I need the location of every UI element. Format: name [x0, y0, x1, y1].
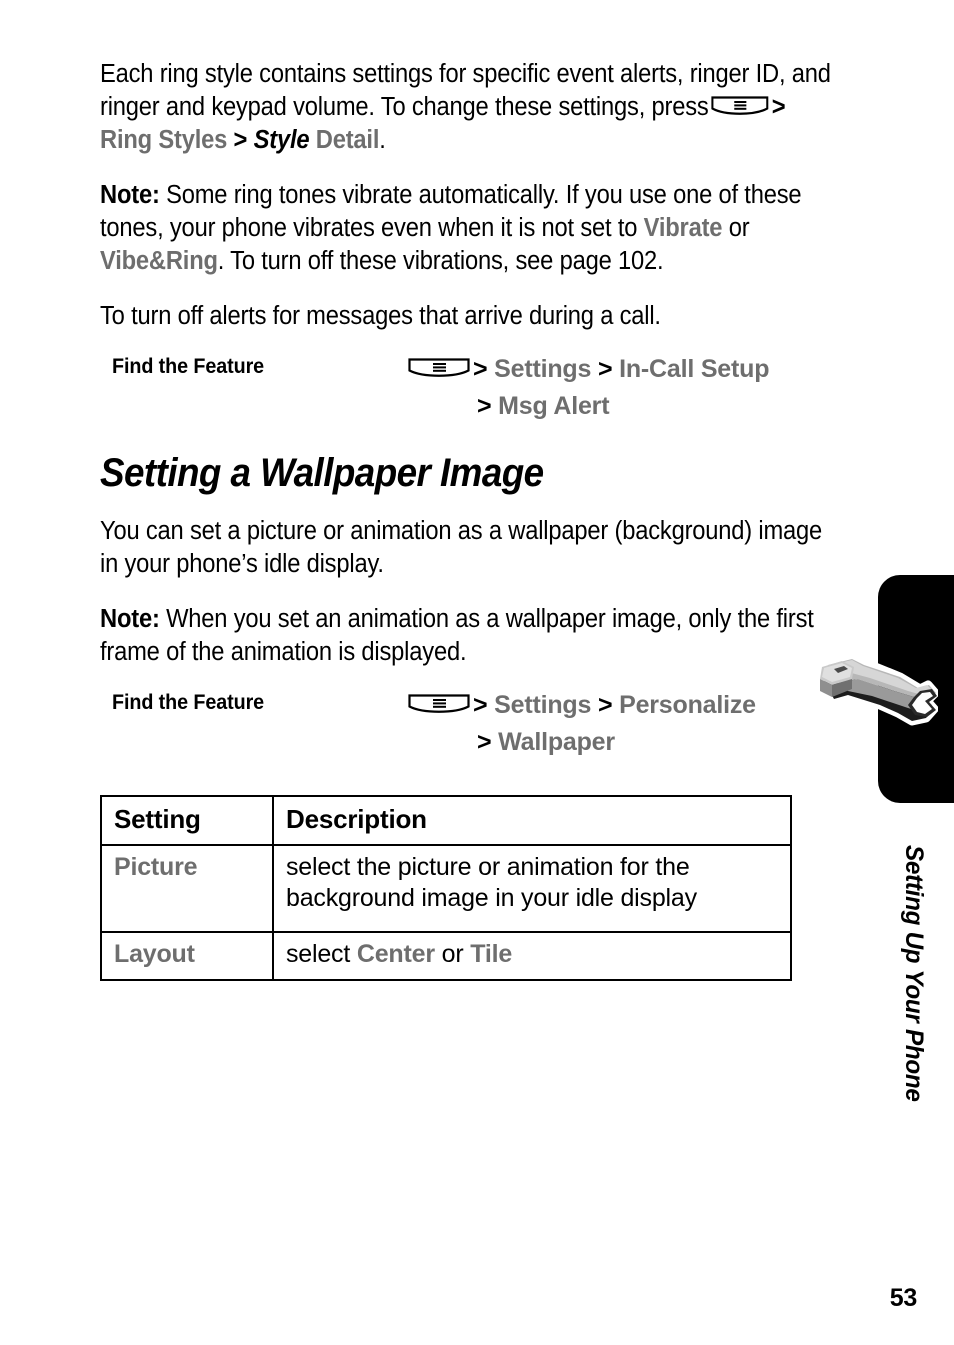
menu-item-ring-styles: Ring Styles: [100, 126, 228, 154]
path-chevron-2: >: [597, 355, 613, 383]
column-header-description: Description: [272, 795, 792, 846]
find-the-feature-block-wallpaper: Find the Feature > Settings > Personaliz…: [100, 691, 845, 769]
menu-item-detail: Detail: [315, 126, 380, 154]
description-prefix: select: [286, 940, 351, 968]
path-chevron-3: >: [477, 728, 492, 756]
settings-table: Setting Description Picture select the p…: [100, 795, 792, 981]
menu-item-style: Style: [253, 126, 310, 154]
setting-description-layout: select Center or Tile: [272, 931, 792, 981]
path-item-settings: Settings: [494, 691, 592, 719]
manual-page: Each ring style contains settings for sp…: [0, 0, 954, 1345]
column-header-setting: Setting: [100, 795, 274, 846]
find-the-feature-label: Find the Feature: [112, 691, 265, 714]
chapter-running-head: Setting Up Your Phone: [900, 845, 928, 1102]
path-row-2: > Wallpaper: [405, 724, 845, 761]
path-item-personalize: Personalize: [619, 691, 756, 719]
path-item-msg-alert: Msg Alert: [498, 392, 610, 420]
path-item-wallpaper: Wallpaper: [498, 728, 615, 756]
intro-chevron-1: >: [771, 93, 786, 121]
intro-paragraph: Each ring style contains settings for sp…: [100, 58, 841, 157]
intro-chevron-2: >: [233, 126, 248, 154]
page-content: Each ring style contains settings for sp…: [100, 58, 845, 981]
path-item-settings: Settings: [494, 355, 592, 383]
setting-description-picture: select the picture or animation for the …: [272, 844, 792, 933]
menu-item-vibe-and-ring: Vibe&Ring: [100, 247, 218, 275]
note-label: Note:: [100, 181, 160, 209]
intro-period: .: [379, 126, 386, 154]
note-text: When you set an animation as a wallpaper…: [100, 605, 814, 666]
lead-in-paragraph: To turn off alerts for messages that arr…: [100, 302, 661, 330]
table-header-row: Setting Description: [100, 795, 792, 846]
menu-softkey-icon: [408, 694, 470, 716]
find-the-feature-block-msg-alert: Find the Feature > Settings > In-Call Se…: [100, 355, 845, 433]
path-chevron-3: >: [477, 392, 492, 420]
find-the-feature-label: Find the Feature: [112, 355, 265, 378]
wallpaper-intro-paragraph: You can set a picture or animation as a …: [100, 517, 823, 578]
table-row: Layout select Center or Tile: [100, 931, 792, 981]
note-conjunction: or: [728, 214, 750, 242]
note-paragraph-animation: Note: When you set an animation as a wal…: [100, 603, 841, 669]
menu-item-vibrate: Vibrate: [643, 214, 723, 242]
page-number: 53: [889, 1284, 918, 1312]
option-tile: Tile: [470, 940, 513, 968]
path-chevron-1: >: [473, 691, 488, 719]
path-chevron-1: >: [473, 355, 488, 383]
path-item-in-call-setup: In-Call Setup: [619, 355, 770, 383]
path-chevron-2: >: [597, 691, 613, 719]
wrench-icon: [806, 653, 938, 745]
page-title: Setting a Wallpaper Image: [100, 451, 544, 495]
path-row-2: > Msg Alert: [405, 388, 845, 425]
note-text-part2: . To turn off these vibrations, see page…: [217, 247, 664, 275]
setting-name-picture: Picture: [100, 844, 274, 933]
description-join: or: [441, 940, 464, 968]
note-paragraph-vibration: Note: Some ring tones vibrate automatica…: [100, 179, 841, 278]
option-center: Center: [356, 940, 435, 968]
menu-softkey-icon: [408, 358, 470, 380]
find-the-feature-path: > Settings > In-Call Setup > Msg Alert: [405, 351, 845, 425]
find-the-feature-path: > Settings > Personalize > Wallpaper: [405, 687, 845, 761]
setting-name-layout: Layout: [100, 931, 274, 981]
note-label: Note:: [100, 605, 160, 633]
menu-softkey-icon: [711, 96, 769, 118]
table-row: Picture select the picture or animation …: [100, 844, 792, 933]
